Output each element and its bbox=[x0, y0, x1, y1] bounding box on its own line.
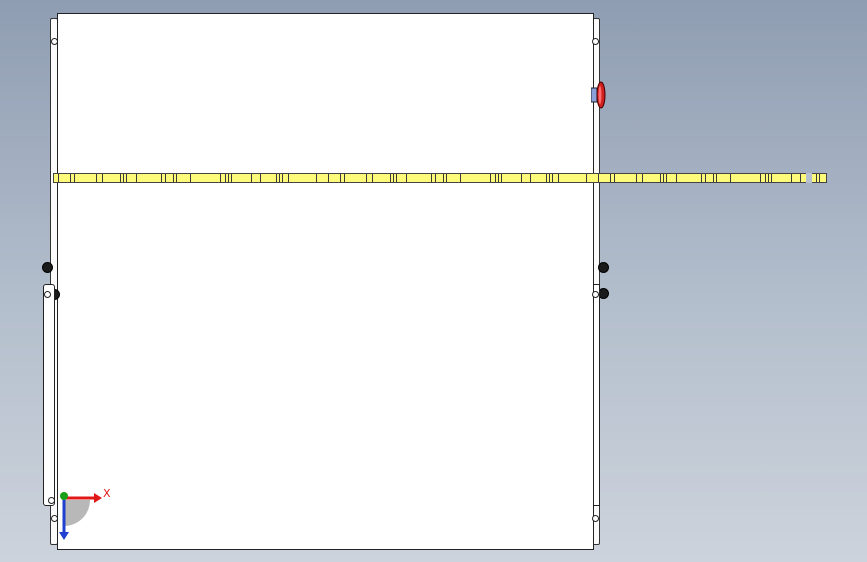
terminal-block-divider bbox=[498, 174, 499, 182]
wiring-duct-strip[interactable] bbox=[53, 173, 827, 183]
terminal-block-divider bbox=[372, 174, 373, 182]
terminal-block-divider bbox=[340, 174, 341, 182]
terminal-block-divider bbox=[713, 174, 714, 182]
terminal-block-divider bbox=[716, 174, 717, 182]
terminal-block-divider bbox=[610, 174, 611, 182]
cabinet-front-panel[interactable] bbox=[57, 13, 594, 550]
screw-icon bbox=[51, 38, 58, 45]
terminal-block-divider bbox=[765, 174, 766, 182]
terminal-block-divider bbox=[366, 174, 367, 182]
terminal-block-divider bbox=[58, 174, 59, 182]
terminal-block-divider bbox=[435, 174, 436, 182]
terminal-block-divider bbox=[393, 174, 394, 182]
terminal-block-divider bbox=[231, 174, 232, 182]
terminal-block-divider bbox=[701, 174, 702, 182]
terminal-block-divider bbox=[771, 174, 772, 182]
strip-gap bbox=[806, 173, 812, 183]
cad-viewport[interactable]: X bbox=[0, 0, 867, 562]
knob-icon[interactable] bbox=[42, 262, 53, 273]
terminal-block-divider bbox=[173, 174, 174, 182]
terminal-block-divider bbox=[344, 174, 345, 182]
terminal-block-divider bbox=[165, 174, 166, 182]
terminal-block-divider bbox=[598, 174, 599, 182]
knob-icon[interactable] bbox=[598, 262, 609, 273]
terminal-block-divider bbox=[495, 174, 496, 182]
terminal-block-divider bbox=[490, 174, 491, 182]
terminal-block-divider bbox=[546, 174, 547, 182]
terminal-block-divider bbox=[390, 174, 391, 182]
terminal-block-divider bbox=[176, 174, 177, 182]
terminal-block-divider bbox=[460, 174, 461, 182]
terminal-block-divider bbox=[282, 174, 283, 182]
terminal-block-divider bbox=[501, 174, 502, 182]
terminal-block-divider bbox=[406, 174, 407, 182]
terminal-block-divider bbox=[521, 174, 522, 182]
terminal-block-divider bbox=[446, 174, 447, 182]
screw-icon bbox=[592, 291, 599, 298]
terminal-block-divider bbox=[70, 174, 71, 182]
screw-icon bbox=[592, 38, 599, 45]
terminal-block-divider bbox=[663, 174, 664, 182]
terminal-block-divider bbox=[396, 174, 397, 182]
terminal-block-divider bbox=[279, 174, 280, 182]
terminal-block-divider bbox=[136, 174, 137, 182]
terminal-block-divider bbox=[800, 174, 801, 182]
terminal-block-divider bbox=[443, 174, 444, 182]
terminal-block-divider bbox=[328, 174, 329, 182]
terminal-block-divider bbox=[251, 174, 252, 182]
screw-icon bbox=[44, 291, 51, 298]
terminal-block-divider bbox=[816, 174, 817, 182]
terminal-block-divider bbox=[123, 174, 124, 182]
terminal-block-divider bbox=[549, 174, 550, 182]
x-axis-label: X bbox=[103, 487, 111, 500]
left-hinge-bracket bbox=[43, 284, 55, 506]
terminal-block-divider bbox=[228, 174, 229, 182]
terminal-block-divider bbox=[705, 174, 706, 182]
terminal-block-divider bbox=[260, 174, 261, 182]
terminal-block-divider bbox=[120, 174, 121, 182]
terminal-block-divider bbox=[586, 174, 587, 182]
terminal-block-divider bbox=[642, 174, 643, 182]
terminal-block-divider bbox=[636, 174, 637, 182]
terminal-block-divider bbox=[225, 174, 226, 182]
screw-icon bbox=[592, 515, 599, 522]
terminal-block-divider bbox=[74, 174, 75, 182]
terminal-block-divider bbox=[530, 174, 531, 182]
terminal-block-divider bbox=[431, 174, 432, 182]
terminal-block-divider bbox=[102, 174, 103, 182]
terminal-block-divider bbox=[161, 174, 162, 182]
terminal-block-divider bbox=[676, 174, 677, 182]
terminal-block-divider bbox=[96, 174, 97, 182]
terminal-block-divider bbox=[126, 174, 127, 182]
terminal-block-divider bbox=[819, 174, 820, 182]
terminal-block-divider bbox=[316, 174, 317, 182]
terminal-block-divider bbox=[614, 174, 615, 182]
terminal-block-divider bbox=[552, 174, 553, 182]
terminal-block-divider bbox=[190, 174, 191, 182]
terminal-block-divider bbox=[288, 174, 289, 182]
right-hinge-bracket bbox=[593, 284, 600, 506]
terminal-block-divider bbox=[220, 174, 221, 182]
terminal-block-divider bbox=[730, 174, 731, 182]
terminal-block-divider bbox=[760, 174, 761, 182]
terminal-block-divider bbox=[660, 174, 661, 182]
terminal-block-divider bbox=[791, 174, 792, 182]
terminal-block-divider bbox=[276, 174, 277, 182]
terminal-block-divider bbox=[558, 174, 559, 182]
terminal-block-divider bbox=[666, 174, 667, 182]
terminal-block-divider bbox=[768, 174, 769, 182]
emergency-stop-icon[interactable] bbox=[591, 80, 607, 110]
